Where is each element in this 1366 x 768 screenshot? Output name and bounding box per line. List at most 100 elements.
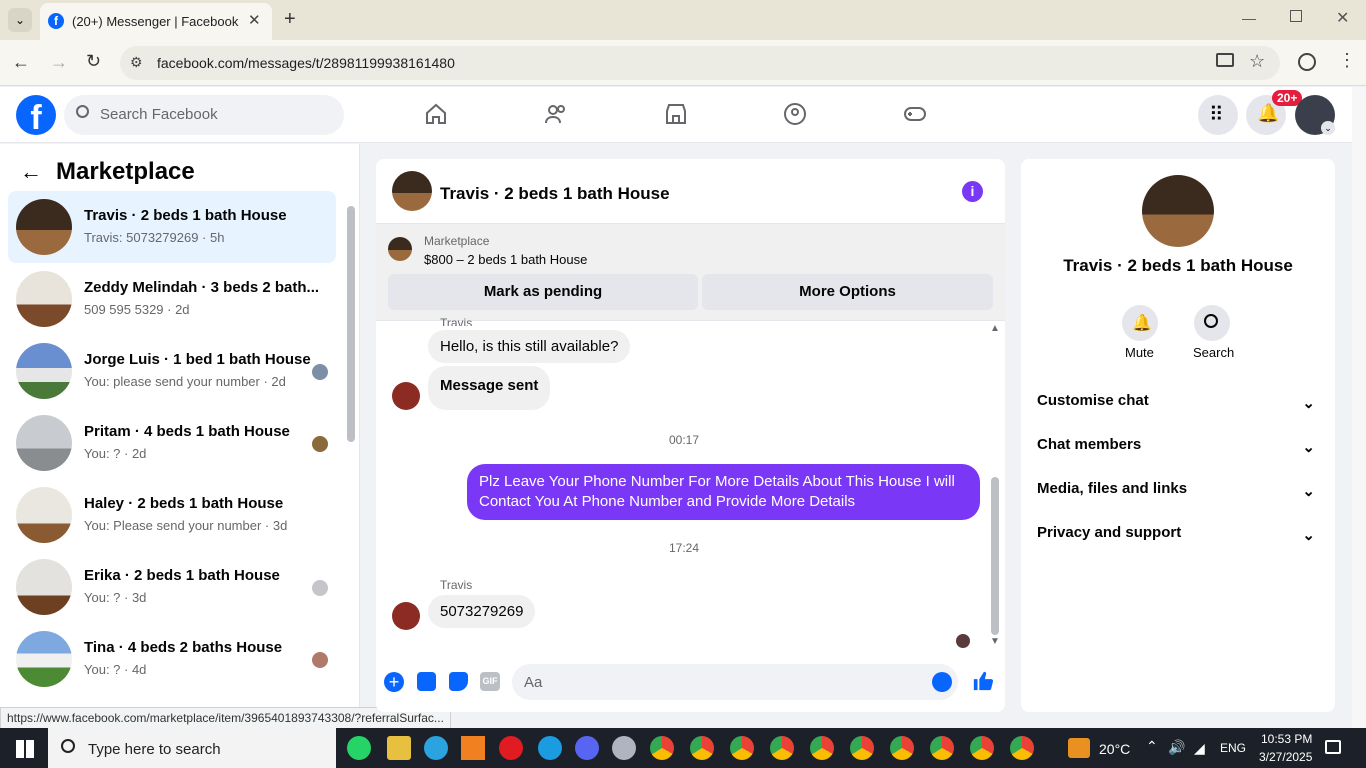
new-tab-button[interactable]: + [284,8,296,31]
conversation-item[interactable]: Zeddy Melindah · 3 beds 2 bath... 509 59… [8,263,336,335]
language-indicator[interactable]: ENG [1220,741,1246,755]
conversation-preview: You: Please send your number · 3d [84,518,288,533]
minimize-button[interactable]: — [1242,10,1256,26]
bookmark-star-icon[interactable]: ☆ [1249,51,1265,72]
facebook-logo[interactable]: f [16,95,56,135]
add-icon[interactable]: + [384,672,404,692]
chrome-icon[interactable] [970,736,994,760]
browser-menu-icon[interactable]: ⋮ [1338,50,1356,71]
chrome-icon[interactable] [690,736,714,760]
forward-icon[interactable]: → [50,52,68,73]
conversation-item[interactable]: Tina · 4 beds 2 baths House You: ? · 4d [8,623,336,695]
tab-title: (20+) Messenger | Facebook [72,14,239,29]
chevron-down-icon: ⌄ [1302,439,1315,456]
browser-tab[interactable]: f (20+) Messenger | Facebook ✕ [40,3,272,40]
temperature-text[interactable]: 20°C [1099,741,1130,757]
chrome-icon[interactable] [930,736,954,760]
vlc-icon[interactable] [461,736,485,760]
volume-icon[interactable]: 🔊 [1168,739,1185,756]
app-icon[interactable] [612,736,636,760]
chat-header-avatar[interactable] [392,171,432,211]
sidebar-scrollbar[interactable] [347,206,355,442]
sender-avatar[interactable] [392,382,420,410]
chevron-down-icon: ⌄ [1302,483,1315,500]
conversation-item[interactable]: Pritam · 4 beds 1 bath House You: ? · 2d [8,407,336,479]
account-chevron-icon[interactable]: ⌄ [1321,121,1335,135]
close-window-button[interactable]: ✕ [1336,8,1349,28]
incoming-message[interactable]: Hello, is this still available? [428,330,631,363]
install-app-icon[interactable] [1216,53,1234,67]
incoming-message[interactable]: Message sent [428,366,551,410]
conversation-item[interactable]: Jorge Luis · 1 bed 1 bath House You: ple… [8,335,336,407]
opera-icon[interactable] [499,736,523,760]
clock-date[interactable]: 3/27/2025 [1259,750,1312,764]
page-scrollbar[interactable] [1352,87,1366,728]
file-explorer-icon[interactable] [387,736,411,760]
tab-close-icon[interactable]: ✕ [248,11,261,29]
site-info-icon[interactable]: ⚙ [130,54,143,71]
chat-members-row[interactable]: Chat members ⌄ [1037,436,1321,456]
sender-avatar[interactable] [392,602,420,630]
telegram-icon[interactable] [424,736,448,760]
gif-icon[interactable]: GIF [480,672,500,691]
menu-grid-button[interactable]: ⠿ [1198,95,1238,135]
privacy-support-row[interactable]: Privacy and support ⌄ [1037,524,1321,544]
chrome-icon[interactable] [650,736,674,760]
gaming-nav-icon[interactable] [903,102,927,126]
mark-pending-button[interactable]: Mark as pending [388,274,698,310]
sticker-icon[interactable] [449,672,468,691]
customise-chat-row[interactable]: Customise chat ⌄ [1037,392,1321,412]
home-nav-icon[interactable] [424,102,448,126]
mute-button[interactable]: 🔔 [1122,305,1158,341]
clock-time[interactable]: 10:53 PM [1261,732,1312,746]
chat-title[interactable]: Travis · 2 beds 1 bath House [440,184,670,204]
back-arrow-icon[interactable]: ← [20,159,42,185]
listing-price[interactable]: $800 – 2 beds 1 bath House [424,252,587,267]
photo-icon[interactable] [417,672,436,691]
friends-nav-icon[interactable] [544,102,568,126]
restore-button[interactable] [1290,10,1302,22]
groups-nav-icon[interactable] [783,102,807,126]
listing-thumbnail [16,271,72,327]
conversation-item[interactable]: Erika · 2 beds 1 bath House You: ? · 3d [8,551,336,623]
conversation-item[interactable]: Travis · 2 beds 1 bath House Travis: 507… [8,191,336,263]
message-input[interactable]: Aa [512,664,958,700]
thumbs-up-icon[interactable] [972,670,994,692]
chrome-icon[interactable] [850,736,874,760]
back-icon[interactable]: ← [12,52,30,73]
reload-icon[interactable]: ↻ [86,51,101,72]
info-icon[interactable]: i [962,181,983,202]
profile-icon[interactable] [1298,53,1316,71]
listing-thumbnail[interactable] [388,237,412,261]
weather-icon[interactable] [1068,738,1090,758]
network-icon[interactable]: ◢ [1194,740,1205,757]
listing-thumbnail [16,631,72,687]
chrome-icon[interactable] [730,736,754,760]
search-icon [1204,314,1218,328]
discord-icon[interactable] [575,736,599,760]
chat-scrollbar[interactable] [991,477,999,635]
conversation-item[interactable]: Haley · 2 beds 1 bath House You: Please … [8,479,336,551]
incoming-message[interactable]: 5073279269 [428,595,536,628]
chrome-icon[interactable] [1010,736,1034,760]
chrome-icon[interactable] [810,736,834,760]
tab-list-button[interactable]: ⌄ [8,8,32,32]
search-button[interactable] [1194,305,1230,341]
more-options-button[interactable]: More Options [702,274,993,310]
listing-thumbnail [16,343,72,399]
emoji-icon[interactable] [932,672,952,692]
facebook-search-input[interactable]: Search Facebook [64,95,344,135]
outgoing-message[interactable]: Plz Leave Your Phone Number For More Det… [467,464,980,520]
notifications-center-icon[interactable] [1325,740,1341,754]
tray-chevron-icon[interactable]: ⌃ [1146,738,1158,755]
chrome-icon[interactable] [770,736,794,760]
chrome-icon[interactable] [890,736,914,760]
media-files-row[interactable]: Media, files and links ⌄ [1037,480,1321,500]
whatsapp-icon[interactable] [347,736,371,760]
marketplace-nav-icon[interactable] [664,102,688,126]
omnibox[interactable]: ⚙ facebook.com/messages/t/28981199938161… [120,46,1280,80]
edge-icon[interactable] [538,736,562,760]
scroll-down-icon[interactable]: ▼ [990,636,1000,647]
scroll-up-icon[interactable]: ▲ [990,323,1000,334]
windows-start-icon[interactable] [16,740,34,758]
